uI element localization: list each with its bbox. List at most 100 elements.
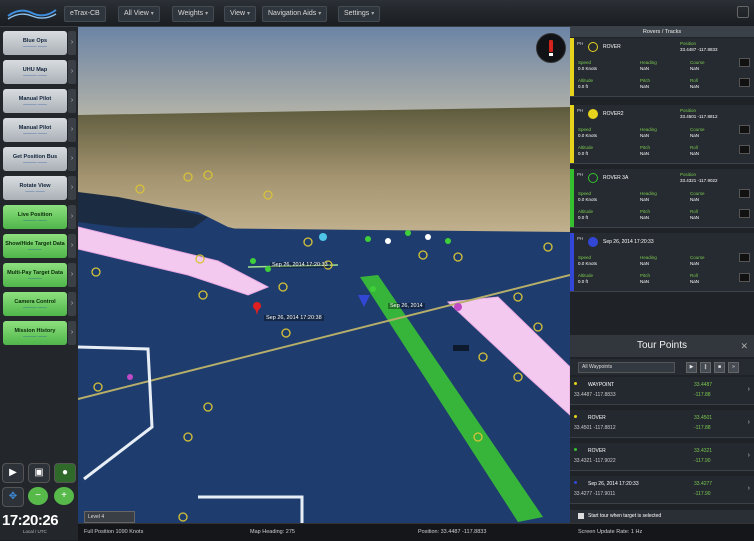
- tour-point-coords: 33.4277 -117.9011: [574, 491, 616, 497]
- status-position: Position: 33.4487 -117.8833: [418, 529, 487, 535]
- show-hide-target-button[interactable]: Show/Hide Target Data ———: [3, 234, 67, 258]
- chevron-right-icon: ›: [747, 452, 750, 459]
- manual-pilot-button[interactable]: Manual Pilot ——— ——: [3, 89, 67, 113]
- multi-pay-target-button[interactable]: Multi-Pay Target Data ———: [3, 263, 67, 287]
- move-icon[interactable]: ✥: [2, 487, 24, 507]
- tour-point-lon: -117.90: [694, 491, 711, 497]
- tour-point-item[interactable]: ROVER 33.4501 -117.8812 33.4501 -117.88 …: [570, 410, 754, 438]
- track-course: Course NaN: [690, 127, 705, 138]
- track-card[interactable]: PH ROVER Position 33.4487 -117.8833 Speed…: [570, 38, 754, 97]
- track-name: ROVER 3A: [603, 175, 629, 181]
- track-card[interactable]: PH ROVER 3A Position 33.4321 -117.9022 Sp…: [570, 169, 754, 228]
- map-label: Sep 26, 2014 17:20:38: [264, 315, 324, 321]
- waypoint-filter-select[interactable]: All Waypoints: [578, 362, 675, 373]
- track-roll: Roll NaN: [690, 209, 700, 220]
- track-course: Course NaN: [690, 255, 705, 266]
- track-position: Position 33.4501 -117.8812: [680, 108, 718, 119]
- expand-arrow-icon[interactable]: ›: [68, 31, 76, 55]
- track-pitch: Pitch NaN: [640, 78, 651, 89]
- track-action-button[interactable]: [739, 78, 750, 87]
- manual-pilot-button-2[interactable]: Manual Pilot ——— ——: [3, 118, 67, 142]
- expand-arrow-icon[interactable]: ›: [68, 147, 76, 171]
- tour-points-toolbar: All Waypoints ▶ ∥ ■ »: [570, 359, 754, 375]
- expand-arrow-icon[interactable]: ›: [68, 60, 76, 84]
- play-icon[interactable]: ▶: [686, 362, 697, 373]
- menu-settings[interactable]: Settings ▾: [338, 6, 381, 22]
- track-roll: Roll NaN: [690, 273, 700, 284]
- zoom-in-icon[interactable]: +: [54, 487, 74, 505]
- compass-needle: [549, 40, 553, 52]
- track-speed: Speed 0.0 Knots: [578, 127, 598, 138]
- expand-arrow-icon[interactable]: ›: [68, 118, 76, 142]
- track-altitude: Altitude 0.0 ft: [578, 145, 594, 156]
- compass-dot: [549, 53, 553, 56]
- uhu-map-button[interactable]: UHU Map ——— ——: [3, 60, 67, 84]
- track-number: PH: [577, 172, 584, 177]
- tour-point-lat: 33.4487: [694, 382, 713, 388]
- chevron-right-icon: ›: [747, 485, 750, 492]
- track-action-button[interactable]: [739, 145, 750, 154]
- stop-icon[interactable]: ■: [714, 362, 725, 373]
- expand-arrow-icon[interactable]: ›: [68, 263, 76, 287]
- expand-arrow-icon[interactable]: ›: [68, 292, 76, 316]
- live-position-button[interactable]: Live Position ——— ——: [3, 205, 67, 229]
- blue-ops-button[interactable]: Blue Ops ——— ——: [3, 31, 67, 55]
- track-course: Course NaN: [690, 191, 705, 202]
- track-position: Position 33.4487 -117.8833: [680, 41, 718, 52]
- tour-footer: Start tour when target is selected: [570, 510, 754, 523]
- app-title-menu[interactable]: eTrax-CB: [64, 6, 106, 22]
- tour-point-dot: [574, 448, 577, 451]
- status-map-heading: Map Heading: 275: [250, 529, 295, 535]
- track-color-stripe: [570, 233, 574, 291]
- menu-view[interactable]: View ▾: [224, 6, 257, 22]
- track-pitch: Pitch NaN: [640, 273, 651, 284]
- tour-point-lon: -117.88: [694, 425, 711, 431]
- menu-all-view[interactable]: All View ▾: [118, 6, 160, 22]
- track-action-button[interactable]: [739, 189, 750, 198]
- track-action-button[interactable]: [739, 58, 750, 67]
- rotate-view-button[interactable]: Rotate View —— ——: [3, 176, 67, 200]
- menu-navigation-aids[interactable]: Navigation Aids ▾: [262, 6, 328, 22]
- start-tour-checkbox[interactable]: [578, 513, 584, 519]
- track-color-stripe: [570, 105, 574, 163]
- track-card[interactable]: PH ROVER2 Position 33.4501 -117.8812 Spee…: [570, 105, 754, 164]
- tour-point-item[interactable]: ROVER 33.4321 -117.9022 33.4321 -117.90 …: [570, 443, 754, 471]
- track-roll: Roll NaN: [690, 145, 700, 156]
- close-icon[interactable]: ✕: [740, 335, 748, 357]
- track-action-button[interactable]: [739, 253, 750, 262]
- mission-history-button[interactable]: Mission History ——— ——: [3, 321, 67, 345]
- camera-icon[interactable]: ▣: [28, 463, 50, 483]
- expand-arrow-icon[interactable]: ›: [68, 176, 76, 200]
- tour-point-name: Sep 26, 2014 17:20:33: [588, 481, 639, 487]
- get-position-bus-button[interactable]: Get Position Bus ——— ——: [3, 147, 67, 171]
- camera-control-button[interactable]: Camera Control ——— ——: [3, 292, 67, 316]
- expand-arrow-icon[interactable]: ›: [68, 234, 76, 258]
- track-number: PH: [577, 41, 584, 46]
- zoom-level-select[interactable]: Level 4: [84, 511, 135, 523]
- track-speed: Speed 0.0 Knots: [578, 60, 598, 71]
- map-canvas[interactable]: [78, 27, 570, 523]
- status-update-rate: Screen Update Rate: 1 Hz: [578, 529, 643, 535]
- track-heading: Heading NaN: [640, 60, 657, 71]
- expand-arrow-icon[interactable]: ›: [68, 205, 76, 229]
- track-action-button[interactable]: [739, 125, 750, 134]
- expand-arrow-icon[interactable]: ›: [68, 321, 76, 345]
- status-left: Full Position 1090 Knots: [84, 529, 144, 535]
- menu-weights[interactable]: Weights ▾: [172, 6, 215, 22]
- next-icon[interactable]: »: [728, 362, 739, 373]
- track-card[interactable]: PH Sep 26, 2014 17:20:33 Speed 0.0 Knots …: [570, 233, 754, 292]
- window-button[interactable]: [737, 6, 749, 18]
- pause-icon[interactable]: ∥: [700, 362, 711, 373]
- map-3d-view[interactable]: Sep 26, 2014 17:20:33 Sep 26, 2014 17:20…: [78, 27, 570, 523]
- record-icon[interactable]: ●: [54, 463, 76, 483]
- track-action-button[interactable]: [739, 209, 750, 218]
- track-action-button[interactable]: [739, 273, 750, 282]
- zoom-out-icon[interactable]: −: [28, 487, 48, 505]
- tour-point-item[interactable]: WAYPOINT 33.4487 -117.8833 33.4487 -117.…: [570, 377, 754, 405]
- compass-icon[interactable]: [536, 33, 566, 63]
- tour-point-item[interactable]: Sep 26, 2014 17:20:33 33.4277 -117.9011 …: [570, 476, 754, 504]
- tour-point-coords: 33.4487 -117.8833: [574, 392, 616, 398]
- expand-arrow-icon[interactable]: ›: [68, 89, 76, 113]
- play-button[interactable]: ▶: [2, 463, 24, 483]
- track-heading: Heading NaN: [640, 255, 657, 266]
